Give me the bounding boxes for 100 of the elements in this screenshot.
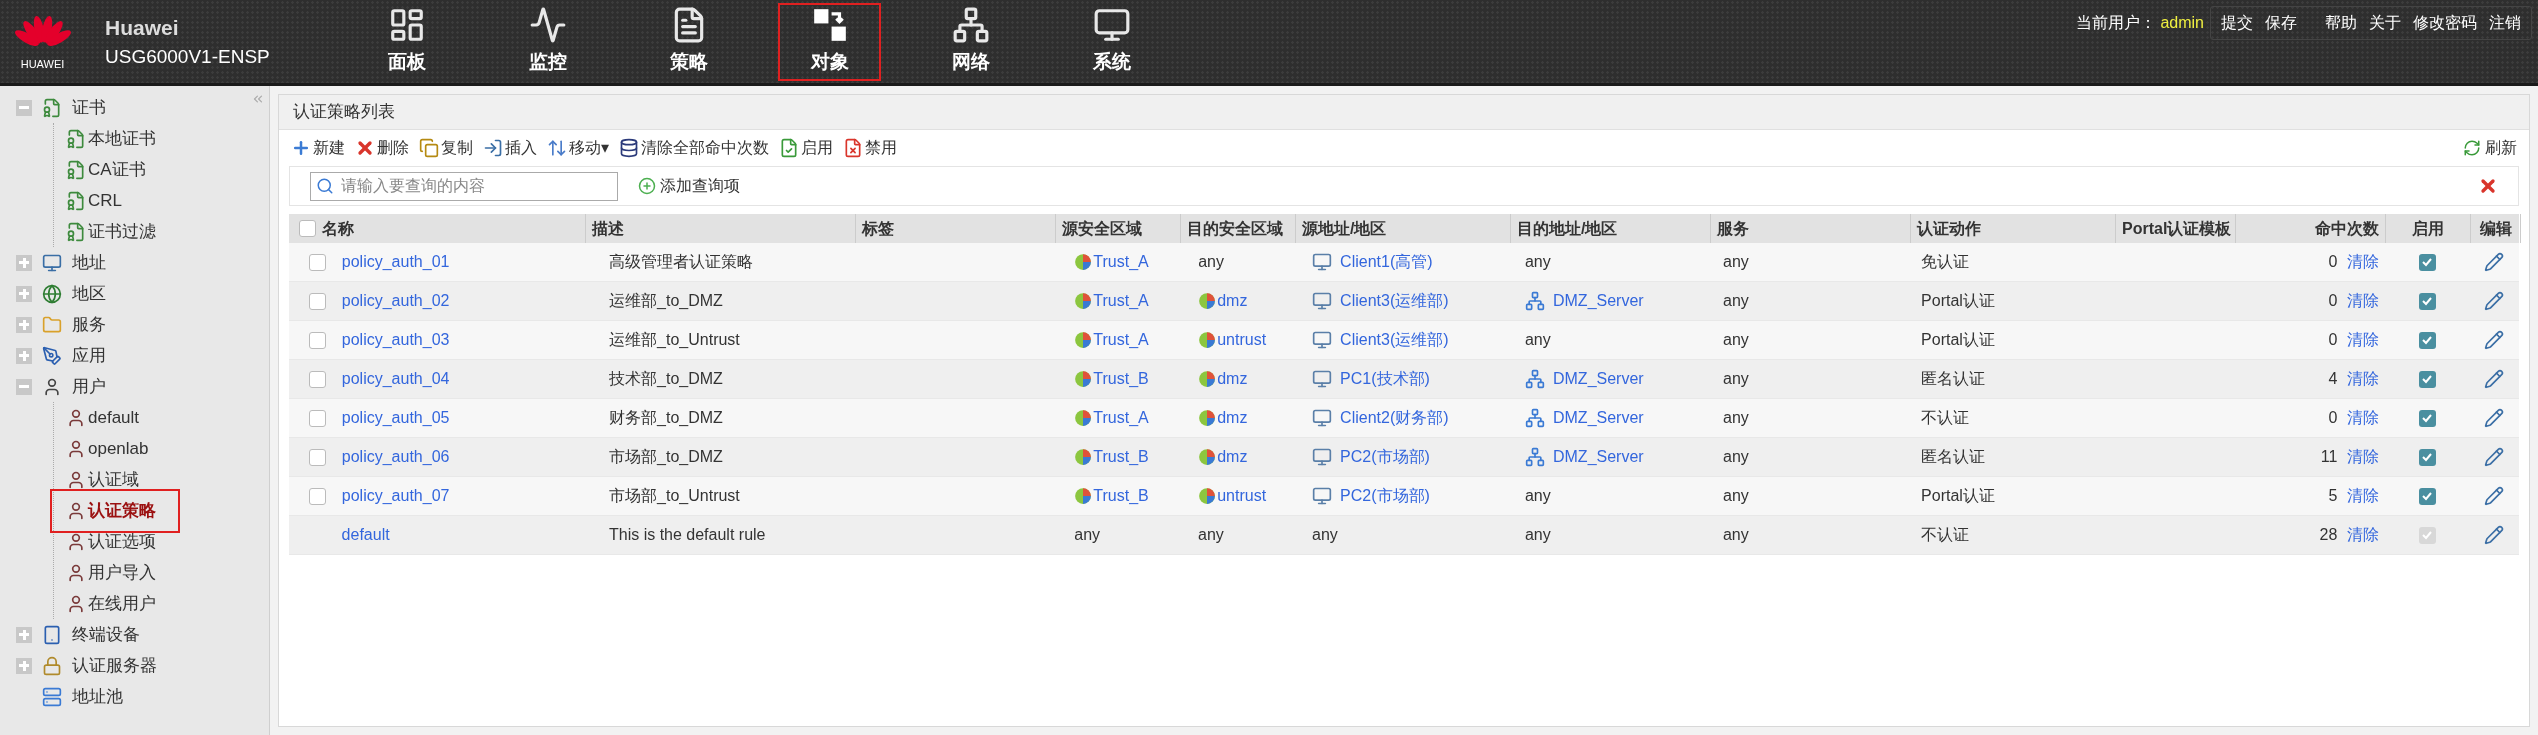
tree-item[interactable]: 证书过滤: [64, 218, 158, 245]
expand-toggle[interactable]: [16, 316, 32, 333]
zone-link[interactable]: Trust_A: [1093, 250, 1149, 274]
tree-item[interactable]: 地址: [72, 249, 106, 276]
search-field[interactable]: 请输入要查询的内容: [310, 171, 618, 201]
checkbox[interactable]: [2418, 448, 2436, 466]
address-link[interactable]: DMZ_Server: [1552, 289, 1644, 313]
checkbox[interactable]: [2418, 370, 2436, 388]
clear-link[interactable]: 清除: [2347, 445, 2380, 469]
expand-toggle[interactable]: [16, 285, 32, 302]
toolbar-button[interactable]: 清除全部命中次数: [619, 136, 769, 160]
edit-icon[interactable]: [2484, 330, 2505, 350]
tree-item[interactable]: 用户导入: [64, 559, 158, 586]
policy-link[interactable]: policy_auth_03: [341, 331, 450, 348]
zone-link[interactable]: dmz: [1217, 445, 1248, 469]
policy-link[interactable]: policy_auth_02: [341, 292, 450, 309]
zone-link[interactable]: Trust_B: [1093, 367, 1149, 391]
zone-link[interactable]: untrust: [1217, 484, 1267, 508]
policy-link[interactable]: policy_auth_06: [341, 448, 450, 465]
clear-link[interactable]: 清除: [2347, 289, 2380, 313]
checkbox[interactable]: [308, 253, 326, 271]
checkbox[interactable]: [2418, 331, 2436, 349]
toolbar-button[interactable]: 移动▾: [547, 136, 609, 160]
toolbar-button[interactable]: 禁用: [843, 136, 897, 160]
clear-link[interactable]: 清除: [2347, 250, 2380, 274]
zone-link[interactable]: Trust_A: [1093, 406, 1149, 430]
toolbar-button[interactable]: 插入: [483, 136, 537, 160]
nav-tab[interactable]: 策略: [637, 2, 740, 81]
zone-link[interactable]: Trust_A: [1093, 328, 1149, 352]
address-link[interactable]: PC2(市场部): [1340, 484, 1430, 508]
zone-link[interactable]: dmz: [1217, 406, 1248, 430]
edit-icon[interactable]: [2484, 447, 2505, 467]
edit-icon[interactable]: [2484, 291, 2505, 311]
checkbox[interactable]: [299, 220, 316, 237]
nav-tab[interactable]: 系统: [1060, 2, 1163, 81]
nav-tab[interactable]: 监控: [496, 2, 599, 81]
collapse-toggle[interactable]: [16, 99, 32, 116]
tree-item[interactable]: 终端设备: [72, 621, 140, 648]
toolbar-button[interactable]: 启用: [779, 136, 833, 160]
edit-icon[interactable]: [2484, 369, 2505, 389]
edit-icon[interactable]: [2484, 525, 2505, 545]
nav-tab[interactable]: 网络: [919, 2, 1022, 81]
refresh-button[interactable]: 刷新: [2463, 136, 2517, 160]
toolbar-button[interactable]: 复制: [419, 136, 473, 160]
tree-item[interactable]: 应用: [72, 342, 106, 369]
zone-link[interactable]: dmz: [1217, 367, 1248, 391]
checkbox[interactable]: [308, 370, 326, 388]
header-link[interactable]: 注销: [2483, 11, 2527, 35]
expand-toggle[interactable]: [16, 347, 32, 364]
clear-link[interactable]: 清除: [2347, 484, 2380, 508]
edit-icon[interactable]: [2484, 408, 2505, 428]
address-link[interactable]: PC1(技术部): [1340, 367, 1430, 391]
tree-item[interactable]: 用户: [72, 373, 106, 400]
expand-toggle[interactable]: [16, 254, 32, 271]
address-link[interactable]: Client2(财务部): [1340, 406, 1449, 430]
tree-item[interactable]: 证书: [72, 94, 106, 121]
edit-icon[interactable]: [2484, 252, 2505, 272]
tree-item[interactable]: openlab: [64, 435, 151, 462]
header-link[interactable]: 提交: [2215, 11, 2259, 35]
zone-link[interactable]: dmz: [1217, 289, 1248, 313]
edit-icon[interactable]: [2484, 486, 2505, 506]
tree-item[interactable]: default: [64, 404, 142, 431]
address-link[interactable]: PC2(市场部): [1340, 445, 1430, 469]
nav-tab[interactable]: 对象: [778, 2, 881, 81]
address-link[interactable]: Client3(运维部): [1340, 328, 1449, 352]
nav-tab[interactable]: 面板: [355, 2, 458, 81]
zone-link[interactable]: untrust: [1217, 328, 1267, 352]
checkbox[interactable]: [308, 331, 326, 349]
tree-item[interactable]: CRL: [64, 187, 124, 214]
tree-item[interactable]: 服务: [72, 311, 106, 338]
checkbox[interactable]: [2418, 292, 2436, 310]
toolbar-button[interactable]: 删除: [355, 136, 409, 160]
expand-toggle[interactable]: [16, 657, 32, 674]
checkbox[interactable]: [2418, 253, 2436, 271]
checkbox[interactable]: [308, 292, 326, 310]
policy-link[interactable]: policy_auth_04: [341, 370, 450, 387]
checkbox[interactable]: [308, 448, 326, 466]
checkbox[interactable]: [2418, 487, 2436, 505]
header-link[interactable]: 修改密码: [2407, 11, 2483, 35]
checkbox[interactable]: [2418, 409, 2436, 427]
header-link[interactable]: 帮助: [2319, 11, 2363, 35]
collapse-toggle[interactable]: [16, 378, 32, 395]
address-link[interactable]: Client1(高管): [1340, 250, 1433, 274]
address-link[interactable]: Client3(运维部): [1340, 289, 1449, 313]
clear-link[interactable]: 清除: [2347, 406, 2380, 430]
policy-link[interactable]: policy_auth_01: [341, 253, 450, 270]
close-icon[interactable]: [2478, 176, 2498, 196]
checkbox[interactable]: [308, 487, 326, 505]
toolbar-button[interactable]: 新建: [291, 136, 345, 160]
zone-link[interactable]: Trust_B: [1093, 484, 1149, 508]
tree-item[interactable]: 在线用户: [64, 590, 158, 617]
clear-link[interactable]: 清除: [2347, 328, 2380, 352]
tree-item[interactable]: 认证服务器: [72, 652, 157, 679]
header-link[interactable]: 关于: [2363, 11, 2407, 35]
address-link[interactable]: DMZ_Server: [1552, 445, 1644, 469]
zone-link[interactable]: Trust_A: [1093, 289, 1149, 313]
address-link[interactable]: DMZ_Server: [1552, 367, 1644, 391]
tree-item[interactable]: 认证策略: [50, 488, 180, 533]
expand-toggle[interactable]: [16, 626, 32, 643]
policy-link[interactable]: policy_auth_07: [341, 487, 450, 504]
